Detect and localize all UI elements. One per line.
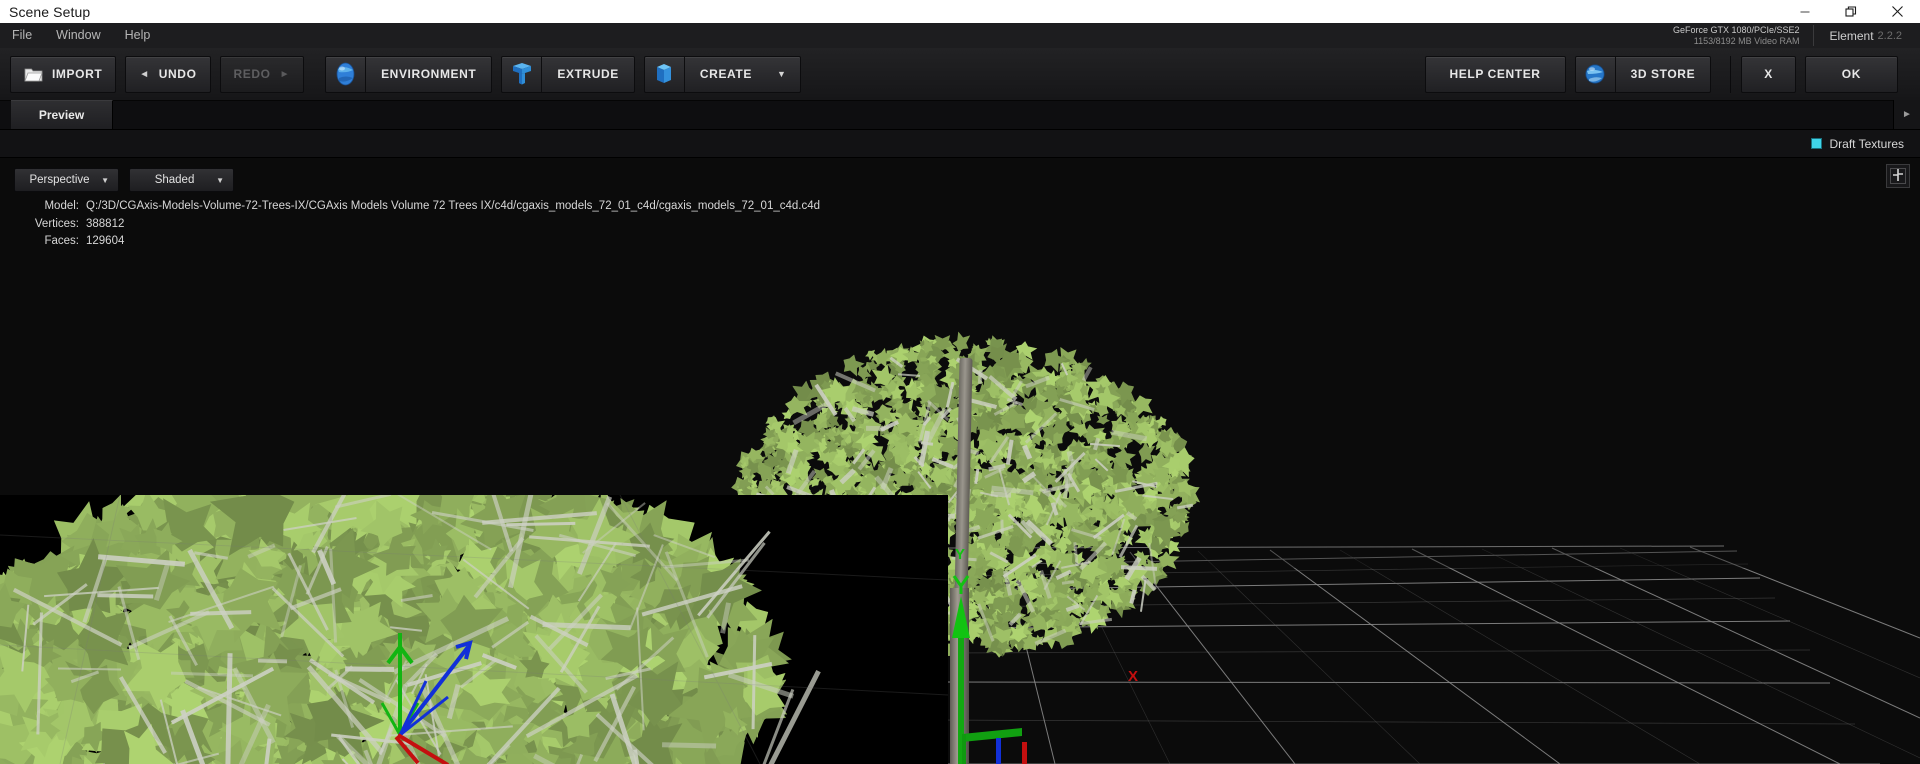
model-info-row: Faces: 129604 [0,233,820,251]
vertices-value: 388812 [86,217,125,230]
window-controls [1782,0,1920,23]
scene-setup-window: Scene Setup File Window Help GeForce GTX… [0,0,1920,764]
shading-dropdown-value: Shaded [154,174,195,186]
axis-gizmo-closeup[interactable] [330,585,530,764]
chevron-right-icon: ► [1902,109,1912,120]
toolbar-group-right: HELP CENTER 3D STORE X OK [1424,55,1920,93]
gpu-memory-label: 1153/8192 MB Video RAM [1693,35,1800,46]
extrude-icon [502,56,543,92]
redo-button[interactable]: REDO ► [219,55,305,93]
model-info-row: Model: Q:/3D/CGAxis-Models-Volume-72-Tre… [0,198,820,216]
faces-value: 129604 [86,235,125,247]
tab-preview[interactable]: Preview [11,100,113,129]
redo-label: REDO [233,67,271,81]
import-label: IMPORT [52,67,103,81]
import-button[interactable]: IMPORT [10,55,117,93]
ok-button[interactable]: OK [1804,55,1898,93]
undo-button[interactable]: ◄ UNDO [125,55,211,93]
model-info-panel: Model: Q:/3D/CGAxis-Models-Volume-72-Tre… [0,198,820,251]
option-strip: Draft Textures [0,130,1920,158]
menu-item-file[interactable]: File [0,23,44,48]
viewport-controls: Perspective ▼ Shaded ▼ [14,168,244,192]
create-button[interactable]: CREATE ▼ [643,55,802,93]
menu-item-help[interactable]: Help [113,23,163,48]
title-bar: Scene Setup [0,0,1920,23]
axis-label-x: X [1128,668,1139,685]
folder-icon [24,66,43,83]
sphere-icon [326,56,367,92]
environment-button[interactable]: ENVIRONMENT [325,55,493,93]
axis-label-y: Y [955,546,966,563]
product-version: 2.2.2 [1877,29,1902,42]
axis-gizmo-main[interactable]: Z Y X [930,546,1180,764]
window-title: Scene Setup [9,3,91,20]
model-info-row: Vertices: 388812 [0,216,820,234]
vertices-key: Vertices: [34,217,79,230]
help-center-label: HELP CENTER [1449,67,1541,81]
camera-dropdown[interactable]: Perspective ▼ [14,168,119,192]
undo-label: UNDO [158,67,197,81]
faces-key: Faces: [44,235,79,247]
arrow-right-icon: ► [279,68,291,80]
product-name: Element [1829,28,1874,43]
main-toolbar: IMPORT ◄ UNDO REDO ► ENVIRONMENT EXTRUDE… [0,48,1920,101]
cancel-label: X [1764,67,1773,81]
model-path-value: Q:/3D/CGAxis-Models-Volume-72-Trees-IX/C… [86,200,821,212]
toolbar-divider [1730,55,1732,93]
extrude-label: EXTRUDE [557,67,619,81]
camera-dropdown-value: Perspective [29,174,90,186]
menu-bar: File Window Help [0,23,1920,48]
store-label: 3D STORE [1630,67,1696,81]
cancel-button[interactable]: X [1741,55,1796,93]
close-button[interactable] [1874,0,1920,23]
draft-textures-label: Draft Textures [1829,136,1904,151]
chevron-down-icon: ▼ [101,175,109,185]
tab-bar: Preview ► [0,100,1920,130]
model-path-key: Model: [44,200,79,212]
tab-preview-label: Preview [38,108,85,122]
globe-icon [1576,56,1616,92]
chevron-down-icon: ▼ [216,175,224,185]
gpu-info: GeForce GTX 1080/PCIe/SSE2 1153/8192 MB … [1673,23,1920,48]
chevron-down-icon: ▼ [776,69,787,79]
environment-label: ENVIRONMENT [381,67,477,81]
create-label: CREATE [699,67,752,81]
restore-button[interactable] [1828,0,1874,23]
draft-textures-checkbox[interactable] [1810,138,1822,149]
arrow-left-icon: ◄ [139,68,150,80]
menu-item-window[interactable]: Window [44,23,112,48]
closeup-overlay-viewport[interactable] [0,495,948,764]
gpu-device-label: GeForce GTX 1080/PCIe/SSE2 [1672,25,1800,35]
store-button[interactable]: 3D STORE [1574,55,1712,93]
shading-dropdown[interactable]: Shaded ▼ [129,168,234,192]
four-view-icon[interactable] [1886,164,1910,188]
draft-textures-toggle[interactable]: Draft Textures [1810,136,1920,151]
help-center-button[interactable]: HELP CENTER [1424,55,1566,93]
extrude-button[interactable]: EXTRUDE [501,55,635,93]
minimize-button[interactable] [1782,0,1828,23]
ok-label: OK [1841,67,1861,81]
toolbar-group-left: IMPORT ◄ UNDO REDO ► ENVIRONMENT EXTRUDE… [10,55,810,93]
cube-icon [645,56,685,92]
preview-viewport[interactable]: Z Y X [0,158,1920,764]
tab-scroll-right-button[interactable]: ► [1893,100,1920,129]
